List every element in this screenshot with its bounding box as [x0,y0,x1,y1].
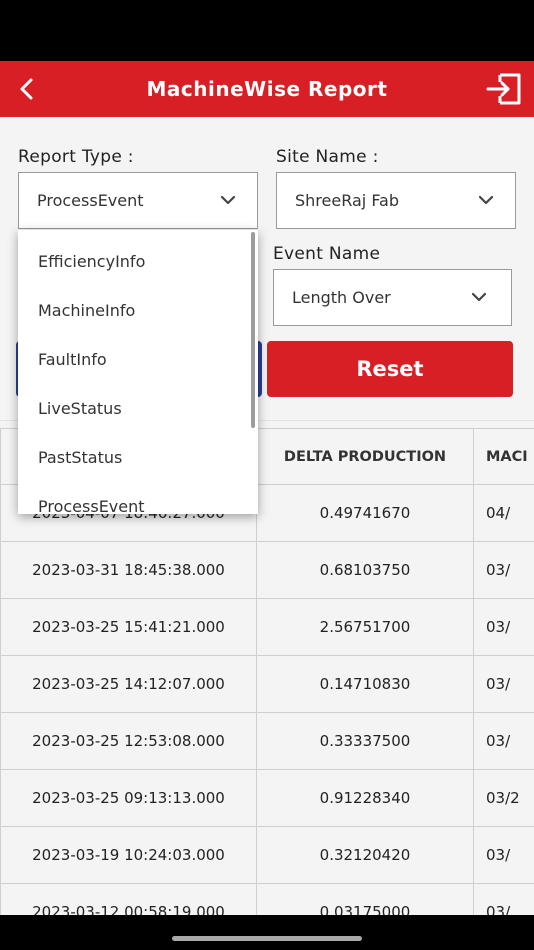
table-row: 2023-03-25 09:13:13.000 0.91228340 03/2 [0,770,534,827]
chevron-down-icon [479,195,493,205]
report-type-label: Report Type : [18,147,134,167]
event-name-label: Event Name [273,244,381,264]
table-cell: 0.14710830 [257,656,474,713]
event-name-select[interactable]: Length Over [273,269,512,326]
column-header: DELTA PRODUCTION [257,428,474,485]
report-type-dropdown-menu[interactable]: EfficiencyInfo MachineInfo FaultInfo Liv… [18,230,258,514]
table-row: 2023-03-12 00:58:19.000 0.03175000 03/ [0,884,534,915]
dropdown-option-machineinfo[interactable]: MachineInfo [18,286,250,335]
table-cell: 0.03175000 [257,884,474,915]
table-row: 2023-03-19 10:24:03.000 0.32120420 03/ [0,827,534,884]
system-nav-bar [0,915,534,950]
table-cell: 2.56751700 [257,599,474,656]
dropdown-scrollbar[interactable] [251,232,255,428]
table-cell: 03/2 [474,770,534,827]
table-cell: 03/ [474,884,534,915]
table-cell: 0.91228340 [257,770,474,827]
page-title: MachineWise Report [146,77,388,101]
table-cell: 2023-03-25 15:41:21.000 [0,599,257,656]
report-type-select[interactable]: ProcessEvent [18,172,258,229]
table-cell: 03/ [474,599,534,656]
dropdown-option-livestatus[interactable]: LiveStatus [18,384,250,433]
chevron-down-icon [472,292,486,302]
table-cell: 03/ [474,542,534,599]
site-name-select[interactable]: ShreeRaj Fab [276,172,516,229]
table-cell: 0.33337500 [257,713,474,770]
table-cell: 2023-03-25 09:13:13.000 [0,770,257,827]
table-cell: 03/ [474,827,534,884]
site-name-value: ShreeRaj Fab [295,191,400,210]
dropdown-option-efficiencyinfo[interactable]: EfficiencyInfo [18,237,250,286]
table-cell: 04/ [474,485,534,542]
table-cell: 2023-03-25 12:53:08.000 [0,713,257,770]
status-bar [0,0,534,61]
site-name-label: Site Name : [276,147,379,167]
dropdown-option-paststatus[interactable]: PastStatus [18,433,250,482]
table-row: 2023-03-25 15:41:21.000 2.56751700 03/ [0,599,534,656]
table-cell: 2023-03-12 00:58:19.000 [0,884,257,915]
dropdown-option-faultinfo[interactable]: FaultInfo [18,335,250,384]
reset-button[interactable]: Reset [267,341,513,397]
table-cell: 2023-03-25 14:12:07.000 [0,656,257,713]
table-cell: 0.68103750 [257,542,474,599]
table-cell: 0.32120420 [257,827,474,884]
back-arrow-icon[interactable] [14,75,42,103]
home-indicator[interactable] [172,936,362,941]
report-content: Report Type : Site Name : ProcessEvent S… [0,117,534,915]
column-header: MACI [474,428,534,485]
report-type-value: ProcessEvent [37,191,144,210]
event-name-value: Length Over [292,288,391,307]
dropdown-option-processevent[interactable]: ProcessEvent [18,482,250,514]
table-row: 2023-03-25 14:12:07.000 0.14710830 03/ [0,656,534,713]
table-cell: 0.49741670 [257,485,474,542]
table-cell: 2023-03-19 10:24:03.000 [0,827,257,884]
logout-icon[interactable] [486,72,522,106]
app-bar: MachineWise Report [0,61,534,117]
table-cell: 2023-03-31 18:45:38.000 [0,542,257,599]
chevron-down-icon [221,195,235,205]
table-cell: 03/ [474,713,534,770]
table-cell: 03/ [474,656,534,713]
table-row: 2023-03-25 12:53:08.000 0.33337500 03/ [0,713,534,770]
table-row: 2023-03-31 18:45:38.000 0.68103750 03/ [0,542,534,599]
